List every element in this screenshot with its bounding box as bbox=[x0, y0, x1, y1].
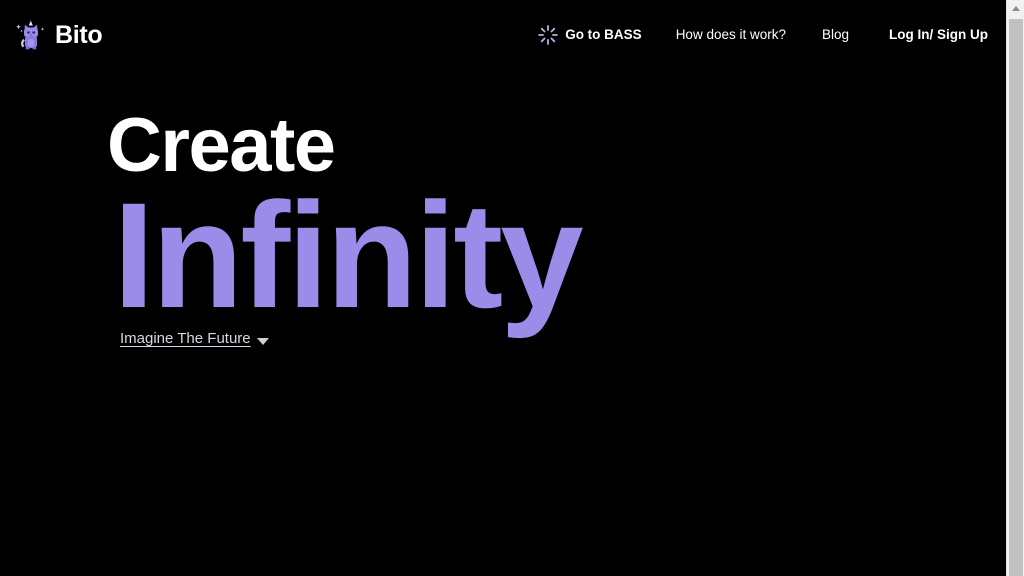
scrollbar-thumb[interactable] bbox=[1009, 19, 1023, 576]
scroll-up-arrow-icon bbox=[1011, 6, 1020, 11]
sparkle-burst-icon bbox=[537, 24, 559, 46]
brand-name: Bito bbox=[55, 20, 103, 49]
vertical-scrollbar[interactable] bbox=[1006, 0, 1024, 576]
hero-subtitle-label: Imagine The Future bbox=[120, 330, 251, 347]
browser-viewport: Bito Go to BASS How does it work? Blog L… bbox=[0, 0, 1006, 576]
scroll-up-button[interactable] bbox=[1007, 0, 1024, 17]
site-header: Bito Go to BASS How does it work? Blog L… bbox=[0, 0, 1006, 74]
nav-item-log-in-sign-up[interactable]: Log In/ Sign Up bbox=[889, 28, 988, 42]
chevron-down-icon bbox=[256, 338, 269, 346]
nav-item-how-does-it-work[interactable]: How does it work? bbox=[676, 28, 786, 42]
nav-item-label: How does it work? bbox=[675, 27, 786, 43]
nav-item-label: Blog bbox=[821, 27, 850, 43]
hero-headline-infinity: Infinity bbox=[113, 171, 584, 339]
nav-item-label: Log In/ Sign Up bbox=[889, 27, 988, 43]
nav-item-blog[interactable]: Blog bbox=[822, 28, 849, 42]
nav-item-label: Go to BASS bbox=[565, 27, 642, 43]
brand-logo-link[interactable]: Bito bbox=[16, 19, 103, 51]
hero-subtitle-dropdown[interactable]: Imagine The Future bbox=[120, 330, 269, 349]
page-root: Bito Go to BASS How does it work? Blog L… bbox=[0, 0, 1024, 576]
main-nav: Go to BASS How does it work? Blog Log In… bbox=[537, 24, 988, 46]
nav-item-go-to-bass[interactable]: Go to BASS bbox=[537, 24, 642, 46]
unicorn-cat-logo-icon bbox=[16, 19, 46, 51]
